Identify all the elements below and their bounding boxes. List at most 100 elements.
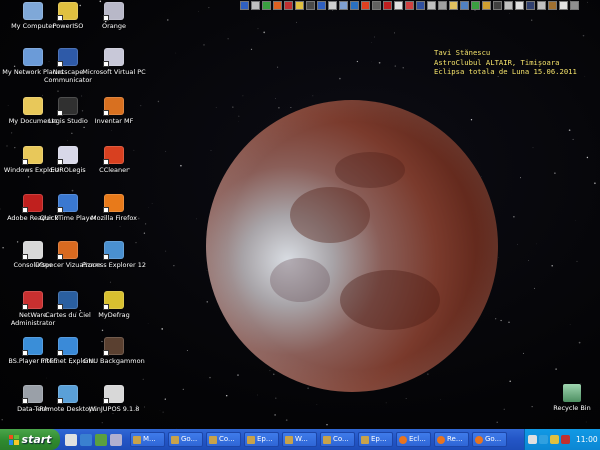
folder-icon <box>323 435 331 444</box>
taskbar-quicklaunch-icon[interactable] <box>95 433 107 446</box>
quicklaunch-app-icon[interactable] <box>471 1 480 10</box>
folder-icon <box>171 435 179 444</box>
quicklaunch-app-icon[interactable] <box>350 1 359 10</box>
taskbar-window-button[interactable]: Go... <box>168 432 203 447</box>
tray-icon[interactable] <box>528 435 537 444</box>
firefox-icon <box>103 194 124 213</box>
desktop-icon-label: MyDefrag <box>98 311 130 319</box>
quicklaunch-app-icon[interactable] <box>383 1 392 10</box>
desktop-icon[interactable]: MyDefrag <box>81 291 147 331</box>
quicklaunch-app-icon[interactable] <box>361 1 370 10</box>
quicklaunch-app-icon[interactable] <box>251 1 260 10</box>
quicklaunch-app-icon[interactable] <box>460 1 469 10</box>
netscape-icon <box>57 48 78 67</box>
quicklaunch-app-icon[interactable] <box>515 1 524 10</box>
quicklaunch-app-icon[interactable] <box>427 1 436 10</box>
taskbar-quicklaunch-icon[interactable] <box>80 433 92 446</box>
quicklaunch-app-icon[interactable] <box>537 1 546 10</box>
ccleaner-icon <box>103 146 124 165</box>
start-button[interactable]: start <box>0 429 60 450</box>
quicklaunch-app-icon[interactable] <box>504 1 513 10</box>
eurolegis-icon <box>57 146 78 165</box>
desktop-icon-label: Process Explorer 12 <box>81 261 147 269</box>
taskbar-button-label: Go... <box>181 435 198 443</box>
taskbar-quicklaunch-icon[interactable] <box>65 433 77 446</box>
quicklaunch-app-icon[interactable] <box>372 1 381 10</box>
quicklaunch-app-icon[interactable] <box>570 1 579 10</box>
process-explorer-icon <box>103 241 124 260</box>
taskbar-window-button[interactable]: M... <box>130 432 165 447</box>
quicklaunch-app-icon[interactable] <box>262 1 271 10</box>
quicklaunch-app-icon[interactable] <box>526 1 535 10</box>
remote-desktops-icon <box>57 385 78 404</box>
desktop-icon[interactable]: Mozilla Firefox <box>81 194 147 234</box>
desktop-icon[interactable]: WinJUPOS 9.1.8 <box>81 385 147 425</box>
desktop-icon-label: Microsoft Virtual PC <box>82 68 146 76</box>
orange-icon <box>103 2 124 21</box>
taskbar-button-label: Co... <box>219 435 235 443</box>
taskbar-window-button[interactable]: Co... <box>206 432 241 447</box>
folder-icon <box>133 435 141 444</box>
quicklaunch-app-icon[interactable] <box>295 1 304 10</box>
quicklaunch-app-icon[interactable] <box>240 1 249 10</box>
top-quicklaunch-bar <box>240 0 592 11</box>
virtual-pc-icon <box>103 48 124 67</box>
tray-icon[interactable] <box>561 435 570 444</box>
inventar-fox-icon <box>103 97 124 116</box>
desktop-icon[interactable]: GNU Backgammon <box>81 337 147 377</box>
taskbar-window-button[interactable]: Re... <box>434 432 469 447</box>
quicklaunch-app-icon[interactable] <box>273 1 282 10</box>
dispecer-icon <box>57 241 78 260</box>
desktop-icon[interactable]: Microsoft Virtual PC <box>81 48 147 88</box>
taskbar-window-button[interactable]: Ep... <box>358 432 393 447</box>
desktop-icon[interactable]: Inventar MF <box>81 97 147 137</box>
quicklaunch-app-icon[interactable] <box>559 1 568 10</box>
taskbar-button-label: M... <box>143 435 156 443</box>
quicklaunch-app-icon[interactable] <box>306 1 315 10</box>
caption-line-1: Tavi Stănescu <box>434 48 491 57</box>
desktop-icon[interactable]: Orange <box>81 2 147 42</box>
quicklaunch-app-icon[interactable] <box>317 1 326 10</box>
desktop-icon-label: Orange <box>101 22 127 30</box>
desktop-icon-label: Inventar MF <box>94 117 134 125</box>
poweriso-icon <box>57 2 78 21</box>
quicklaunch-app-icon[interactable] <box>493 1 502 10</box>
quicklaunch-app-icon[interactable] <box>416 1 425 10</box>
taskbar-quicklaunch-icon[interactable] <box>110 433 122 446</box>
desktop-icon-label: CCleaner <box>99 166 129 174</box>
taskbar-window-button[interactable]: Go... <box>472 432 507 447</box>
quicklaunch-app-icon[interactable] <box>482 1 491 10</box>
clock[interactable]: 11:00 AM <box>576 435 600 444</box>
cartes-du-ciel-icon <box>57 291 78 310</box>
desktop-icon[interactable]: Process Explorer 12 <box>81 241 147 281</box>
quicklaunch-app-icon[interactable] <box>284 1 293 10</box>
taskbar: start M... Go... Co... Ep... W... Co... Ep... E… <box>0 429 600 450</box>
firefox-icon <box>475 435 483 444</box>
taskbar-window-button[interactable]: Ecl... <box>396 432 431 447</box>
tray-icon[interactable] <box>550 435 559 444</box>
tray-icon[interactable] <box>539 435 548 444</box>
legis-studio-icon <box>57 97 78 116</box>
desktop-icon-label: WinJUPOS 9.1.8 <box>88 405 140 413</box>
quicklaunch-app-icon[interactable] <box>405 1 414 10</box>
winjupos-icon <box>103 385 124 404</box>
taskbar-button-label: Co... <box>333 435 349 443</box>
desktop-icon-label: Mozilla Firefox <box>91 214 137 222</box>
quicklaunch-app-icon[interactable] <box>394 1 403 10</box>
taskbar-button-label: Ep... <box>257 435 273 443</box>
quicktime-icon <box>57 194 78 213</box>
folder-icon <box>361 435 369 444</box>
quicklaunch-app-icon[interactable] <box>339 1 348 10</box>
desktop-icon[interactable]: CCleaner <box>81 146 147 186</box>
quicklaunch-app-icon[interactable] <box>548 1 557 10</box>
desktop: My Computer My Network Places My Documents… <box>0 0 600 429</box>
taskbar-window-button[interactable]: W... <box>282 432 317 447</box>
quicklaunch-app-icon[interactable] <box>449 1 458 10</box>
taskbar-window-button[interactable]: Co... <box>320 432 355 447</box>
taskbar-quicklaunch <box>65 433 122 446</box>
recycle-bin[interactable]: Recycle Bin <box>550 384 594 424</box>
taskbar-window-button[interactable]: Ep... <box>244 432 279 447</box>
quicklaunch-app-icon[interactable] <box>438 1 447 10</box>
quicklaunch-app-icon[interactable] <box>328 1 337 10</box>
taskbar-button-label: Ecl... <box>409 435 426 443</box>
